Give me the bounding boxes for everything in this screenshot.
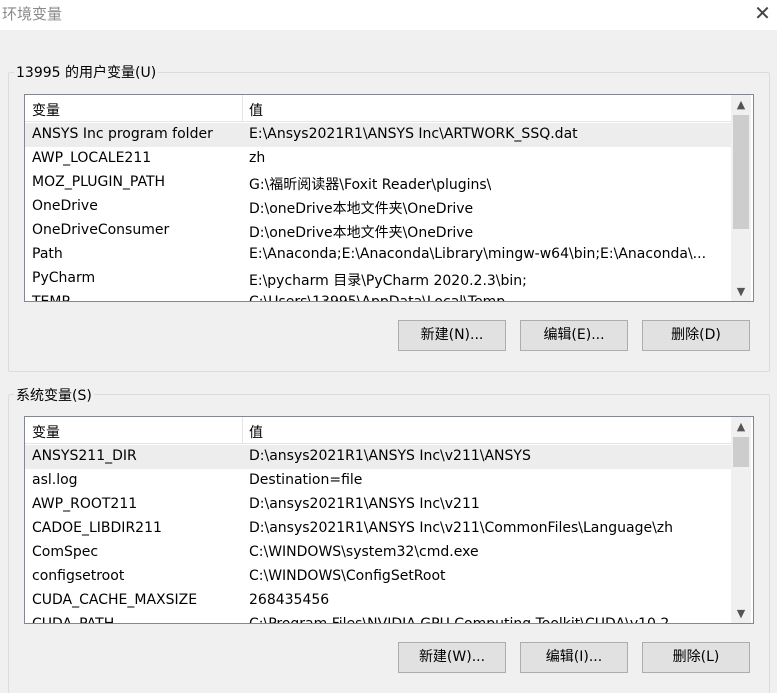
variable-name: asl.log	[32, 472, 78, 488]
delete-user-variable-button[interactable]: 删除(D)	[642, 320, 750, 351]
variable-value: Destination=file	[249, 472, 363, 488]
variable-value: zh	[249, 150, 266, 166]
table-row[interactable]: ANSYS Inc program folder E:\Ansys2021R1\A…	[25, 123, 731, 147]
variable-name: CUDA_CACHE_MAXSIZE	[32, 592, 198, 608]
variable-name: TEMP	[32, 294, 70, 302]
system-variables-list[interactable]: 变量 值 ANSYS211_DIR D:\ansys2021R1\ANSYS In…	[24, 416, 754, 624]
variable-value: E:\Ansys2021R1\ANSYS Inc\ARTWORK_SSQ.dat	[249, 126, 578, 142]
column-header-value[interactable]: 值	[249, 422, 263, 442]
vertical-scrollbar[interactable]: ▲ ▼	[731, 95, 751, 301]
variable-name: CUDA_PATH	[32, 616, 115, 624]
variable-name: ANSYS211_DIR	[32, 448, 137, 464]
variable-value: C:\Users\13995\AppData\Local\Temp	[249, 294, 506, 302]
title-bar: 环境变量 ✕	[0, 0, 777, 30]
variable-name: AWP_LOCALE211	[32, 150, 152, 166]
column-divider[interactable]	[242, 417, 243, 443]
scroll-down-icon[interactable]: ▼	[731, 605, 751, 622]
variable-value: D:\oneDrive本地文件夹\OneDrive	[249, 225, 474, 241]
variable-value: E:\Anaconda;E:\Anaconda\Library\mingw-w6…	[249, 246, 707, 262]
variable-name: OneDriveConsumer	[32, 222, 170, 238]
scroll-thumb[interactable]	[733, 115, 749, 229]
variable-value: C:\Program Files\NVIDIA GPU Computing To…	[249, 616, 670, 624]
variable-value: E:\pycharm 目录\PyCharm 2020.2.3\bin;	[249, 273, 527, 289]
window-title: 环境变量	[2, 5, 63, 23]
edit-system-variable-button[interactable]: 编辑(I)...	[520, 642, 628, 673]
scroll-up-icon[interactable]: ▲	[731, 96, 751, 113]
table-row[interactable]: ComSpec C:\WINDOWS\system32\cmd.exe	[25, 541, 731, 565]
table-row[interactable]: TEMP C:\Users\13995\AppData\Local\Temp	[25, 291, 731, 302]
variable-value: D:\ansys2021R1\ANSYS Inc\v211	[249, 496, 480, 512]
new-user-variable-button[interactable]: 新建(N)...	[398, 320, 506, 351]
column-header-value[interactable]: 值	[249, 100, 263, 120]
vertical-scrollbar[interactable]: ▲ ▼	[731, 417, 751, 623]
close-icon[interactable]: ✕	[748, 0, 777, 28]
scroll-up-icon[interactable]: ▲	[731, 418, 751, 435]
column-header-name[interactable]: 变量	[32, 422, 60, 442]
variable-name: PyCharm	[32, 270, 96, 286]
variable-value: C:\WINDOWS\system32\cmd.exe	[249, 544, 479, 560]
table-row[interactable]: CUDA_CACHE_MAXSIZE 268435456	[25, 589, 731, 613]
edit-user-variable-button[interactable]: 编辑(E)...	[520, 320, 628, 351]
variable-name: ANSYS Inc program folder	[32, 126, 213, 142]
scroll-thumb[interactable]	[733, 437, 749, 467]
table-row[interactable]: AWP_LOCALE211 zh	[25, 147, 731, 171]
table-row[interactable]: configsetroot C:\WINDOWS\ConfigSetRoot	[25, 565, 731, 589]
scroll-down-icon[interactable]: ▼	[731, 283, 751, 300]
list-header: 变量 值	[25, 95, 731, 122]
variable-name: AWP_ROOT211	[32, 496, 138, 512]
variable-value: D:\oneDrive本地文件夹\OneDrive	[249, 201, 474, 217]
table-row[interactable]: MOZ_PLUGIN_PATH G:\福昕阅读器\Foxit Reader\plu…	[25, 171, 731, 195]
table-row[interactable]: OneDrive D:\oneDrive本地文件夹\OneDrive	[25, 195, 731, 219]
variable-name: ComSpec	[32, 544, 99, 560]
user-variables-legend: 13995 的用户变量(U)	[14, 62, 159, 82]
variable-value: 268435456	[249, 592, 330, 608]
system-variables-legend: 系统变量(S)	[14, 385, 94, 405]
table-row[interactable]: OneDriveConsumer D:\oneDrive本地文件夹\OneDriv…	[25, 219, 731, 243]
table-row[interactable]: asl.log Destination=file	[25, 469, 731, 493]
variable-name: Path	[32, 246, 63, 262]
variable-value: D:\ansys2021R1\ANSYS Inc\v211\ANSYS	[249, 448, 531, 464]
variable-name: MOZ_PLUGIN_PATH	[32, 174, 166, 190]
table-row[interactable]: CUDA_PATH C:\Program Files\NVIDIA GPU Com…	[25, 613, 731, 624]
table-row[interactable]: Path E:\Anaconda;E:\Anaconda\Library\ming…	[25, 243, 731, 267]
variable-name: OneDrive	[32, 198, 98, 214]
column-header-name[interactable]: 变量	[32, 100, 60, 120]
new-system-variable-button[interactable]: 新建(W)...	[398, 642, 506, 673]
variable-name: CADOE_LIBDIR211	[32, 520, 162, 536]
user-variables-list[interactable]: 变量 值 ANSYS Inc program folder E:\Ansys202…	[24, 94, 754, 302]
table-row[interactable]: CADOE_LIBDIR211 D:\ansys2021R1\ANSYS Inc\…	[25, 517, 731, 541]
variable-name: configsetroot	[32, 568, 125, 584]
variable-value: C:\WINDOWS\ConfigSetRoot	[249, 568, 446, 584]
table-row[interactable]: PyCharm E:\pycharm 目录\PyCharm 2020.2.3\bi…	[25, 267, 731, 291]
delete-system-variable-button[interactable]: 删除(L)	[642, 642, 750, 673]
table-row[interactable]: AWP_ROOT211 D:\ansys2021R1\ANSYS Inc\v211	[25, 493, 731, 517]
variable-value: G:\福昕阅读器\Foxit Reader\plugins\	[249, 177, 492, 193]
table-row[interactable]: ANSYS211_DIR D:\ansys2021R1\ANSYS Inc\v21…	[25, 445, 731, 469]
list-header: 变量 值	[25, 417, 731, 444]
column-divider[interactable]	[242, 95, 243, 121]
variable-value: D:\ansys2021R1\ANSYS Inc\v211\CommonFile…	[249, 520, 674, 536]
